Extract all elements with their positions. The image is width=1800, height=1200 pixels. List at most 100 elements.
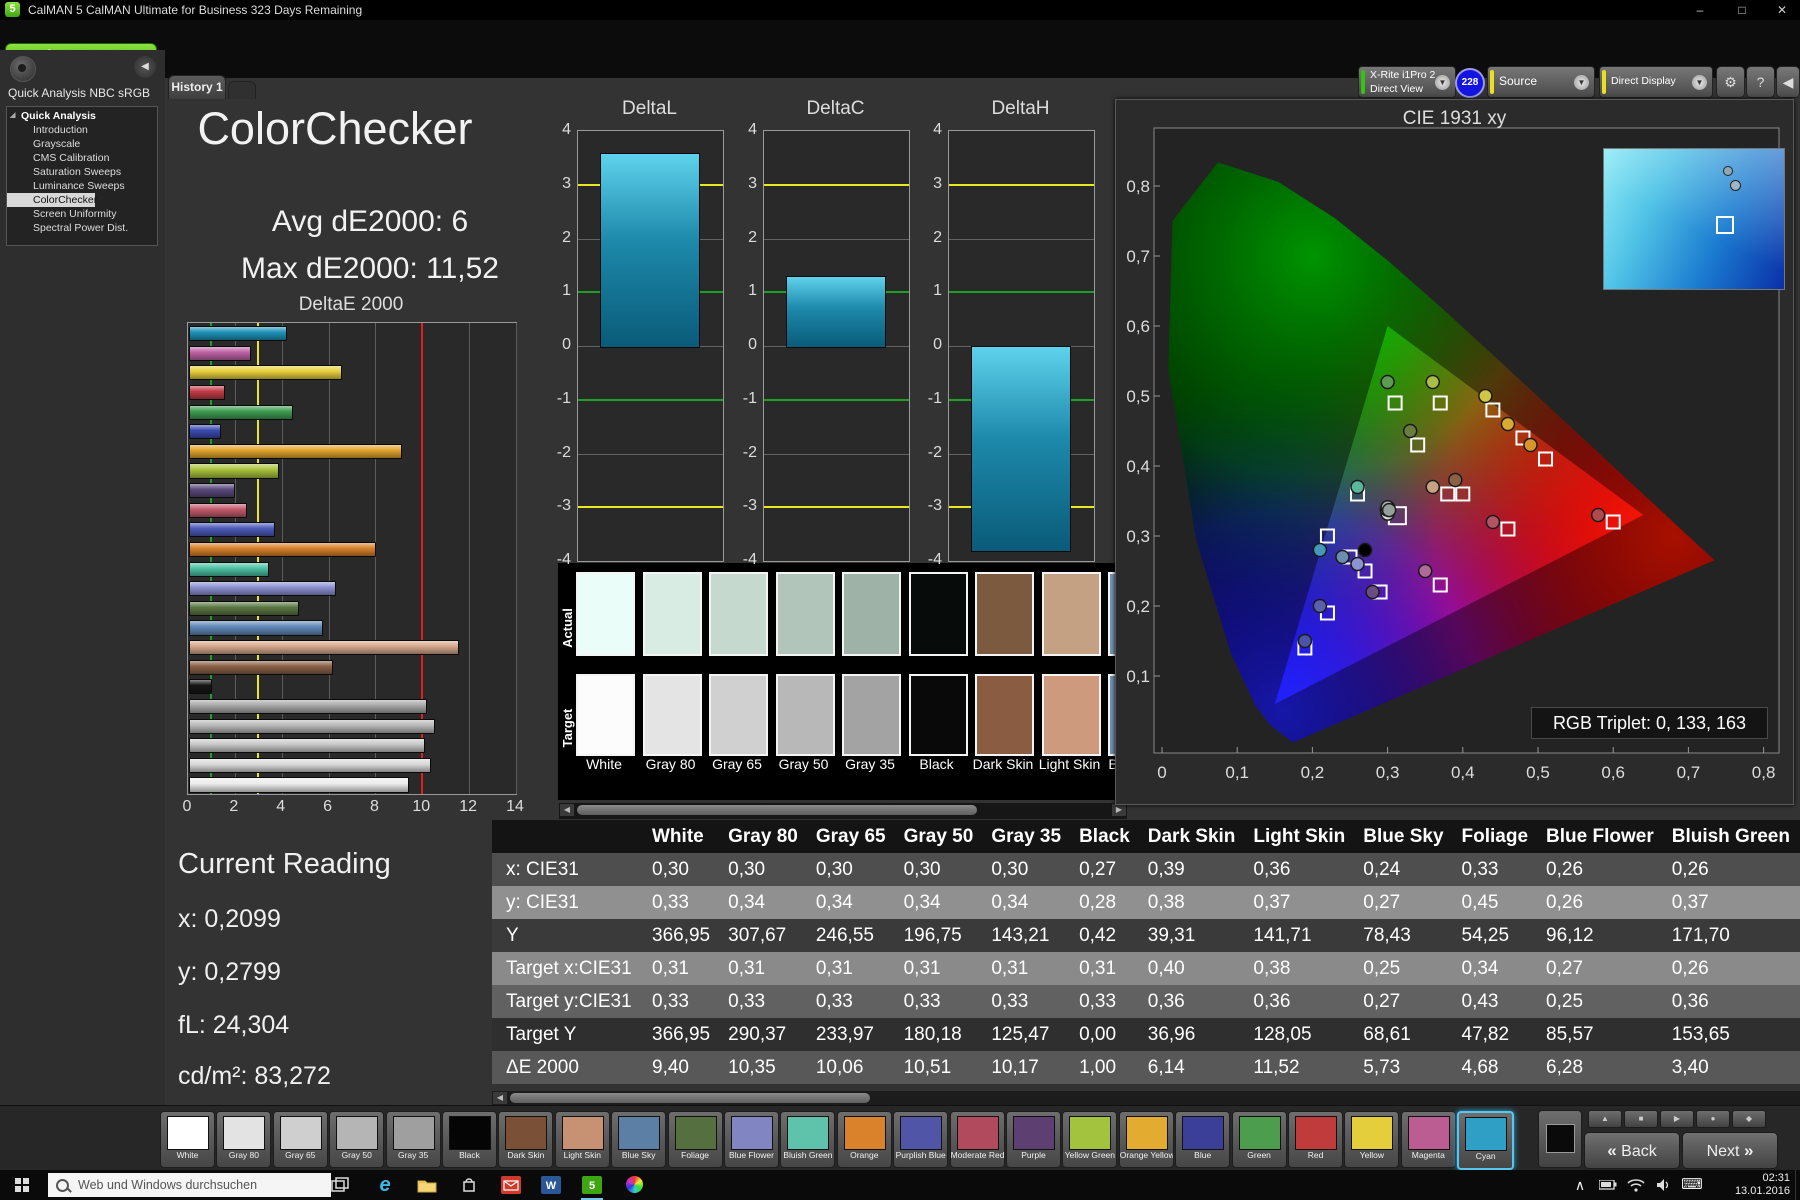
edge-browser-icon[interactable]: e bbox=[370, 1173, 400, 1197]
patch-button-orange[interactable]: Orange bbox=[836, 1111, 892, 1168]
actual-swatch-gray-50[interactable] bbox=[775, 572, 835, 656]
actual-swatch-black[interactable] bbox=[908, 572, 968, 656]
record-indicator-button[interactable] bbox=[10, 56, 36, 82]
patch-button-gray-35[interactable]: Gray 35 bbox=[385, 1111, 441, 1168]
settings-button[interactable]: ⚙ bbox=[1716, 66, 1745, 98]
show-desktop-strip[interactable] bbox=[1795, 1170, 1800, 1200]
sidebar-item-grayscale[interactable]: Grayscale bbox=[7, 137, 157, 151]
sidebar-item-cms-calibration[interactable]: CMS Calibration bbox=[7, 151, 157, 165]
patch-button-white[interactable]: White bbox=[160, 1111, 215, 1168]
patch-button-yellow[interactable]: Yellow bbox=[1344, 1111, 1400, 1168]
store-icon[interactable] bbox=[454, 1173, 484, 1197]
patch-button-blue-sky[interactable]: Blue Sky bbox=[611, 1111, 667, 1168]
patch-button-black[interactable]: Black bbox=[442, 1111, 497, 1168]
deltaL-y-tick-label: 1 bbox=[562, 282, 571, 300]
task-view-button[interactable] bbox=[325, 1173, 355, 1197]
calman-taskbar-icon[interactable]: 5 bbox=[577, 1173, 607, 1200]
target-swatch-light-skin[interactable] bbox=[1041, 674, 1101, 756]
patch-button-bluish-green[interactable]: Bluish Green bbox=[780, 1111, 836, 1168]
patch-button-magenta[interactable]: Magenta bbox=[1400, 1111, 1456, 1168]
patch-label: Blue Sky bbox=[621, 1150, 656, 1160]
sidebar-item-screen-uniformity[interactable]: Screen Uniformity bbox=[7, 207, 157, 221]
table-row-label: y: CIE31 bbox=[506, 891, 579, 913]
mail-app-icon[interactable] bbox=[496, 1173, 526, 1197]
sidebar-item-spectral-power-dist-[interactable]: Spectral Power Dist. bbox=[7, 221, 157, 235]
transport-record-button[interactable]: ● bbox=[1696, 1110, 1730, 1128]
cie-axis-tick-label: 0,5 bbox=[1126, 387, 1150, 406]
patch-button-blue-flower[interactable]: Blue Flower bbox=[724, 1111, 779, 1168]
target-swatch-gray-65[interactable] bbox=[709, 674, 768, 756]
actual-swatch-light-skin[interactable] bbox=[1041, 572, 1101, 656]
actual-swatch-gray-65[interactable] bbox=[709, 572, 768, 656]
scroll-left-icon[interactable]: ◀ bbox=[560, 804, 574, 816]
taskbar-search-input[interactable]: Web und Windows durchsuchen bbox=[48, 1173, 331, 1197]
source-dropdown[interactable]: Source ▼ bbox=[1487, 66, 1595, 98]
sidebar-collapse-button[interactable]: ◀ bbox=[134, 56, 156, 78]
sidebar-item-luminance-sweeps[interactable]: Luminance Sweeps bbox=[7, 179, 157, 193]
patch-button-gray-50[interactable]: Gray 50 bbox=[329, 1111, 385, 1168]
collapse-panel-button[interactable]: ◀ bbox=[1776, 66, 1800, 98]
tray-expand-icon[interactable]: ∧ bbox=[1565, 1173, 1595, 1197]
swatch-scrollbar[interactable]: ◀ ▶ bbox=[558, 802, 1128, 820]
transport-stop-button[interactable]: ■ bbox=[1624, 1110, 1658, 1128]
patch-button-foliage[interactable]: Foliage bbox=[667, 1111, 723, 1168]
patch-button-cyan[interactable]: Cyan bbox=[1457, 1111, 1515, 1170]
patch-button-light-skin[interactable]: Light Skin bbox=[554, 1111, 610, 1168]
table-scrollbar-thumb[interactable] bbox=[510, 1093, 870, 1103]
transport-play-button[interactable]: ▶ bbox=[1660, 1110, 1694, 1128]
patch-button-gray-65[interactable]: Gray 65 bbox=[272, 1111, 328, 1168]
actual-swatch-white[interactable] bbox=[576, 572, 635, 656]
display-control-dropdown[interactable]: Direct Display Control ▼ bbox=[1599, 66, 1713, 98]
patch-button-orange-yellow[interactable]: Orange Yellow bbox=[1118, 1111, 1174, 1168]
transport-options-button[interactable]: ◆ bbox=[1732, 1110, 1766, 1128]
color-app-icon[interactable] bbox=[619, 1173, 649, 1197]
swatch-scrollbar-thumb[interactable] bbox=[577, 805, 977, 815]
scroll-left-icon[interactable]: ◀ bbox=[493, 1092, 507, 1104]
patch-button-green[interactable]: Green bbox=[1231, 1111, 1287, 1168]
actual-swatch-dark-skin[interactable] bbox=[975, 572, 1034, 656]
next-button[interactable]: Next » bbox=[1682, 1132, 1778, 1169]
table-scrollbar[interactable]: ◀ bbox=[492, 1090, 1800, 1106]
meter-dropdown[interactable]: X-Rite i1Pro 2 Direct View ▼ bbox=[1358, 66, 1456, 98]
patch-button-purple[interactable]: Purple bbox=[1006, 1111, 1061, 1168]
patch-button-dark-skin[interactable]: Dark Skin bbox=[498, 1111, 554, 1168]
patch-preview-button[interactable] bbox=[1538, 1110, 1582, 1168]
file-explorer-icon[interactable] bbox=[412, 1173, 442, 1197]
sidebar-item-colorchecker[interactable]: ColorChecker bbox=[7, 193, 97, 207]
target-swatch-gray-50[interactable] bbox=[775, 674, 835, 756]
patch-button-red[interactable]: Red bbox=[1288, 1111, 1343, 1168]
patch-label: Bluish Green bbox=[783, 1150, 833, 1160]
target-swatch-black[interactable] bbox=[908, 674, 968, 756]
tab-new[interactable] bbox=[228, 81, 256, 99]
actual-swatch-gray-80[interactable] bbox=[642, 572, 702, 656]
target-swatch-gray-35[interactable] bbox=[842, 674, 901, 756]
sidebar-item-introduction[interactable]: Introduction bbox=[7, 123, 157, 137]
patch-button-purplish-blue[interactable]: Purplish Blue bbox=[893, 1111, 949, 1168]
transport-eject-button[interactable]: ▲ bbox=[1588, 1110, 1622, 1128]
table-cell: 3,40 bbox=[1671, 1056, 1709, 1078]
help-button[interactable]: ? bbox=[1746, 66, 1775, 98]
maximize-button[interactable]: □ bbox=[1722, 0, 1762, 20]
close-button[interactable]: ✕ bbox=[1762, 0, 1800, 20]
patch-button-gray-80[interactable]: Gray 80 bbox=[216, 1111, 272, 1168]
sidebar-item-saturation-sweeps[interactable]: Saturation Sweeps bbox=[7, 165, 157, 179]
start-button[interactable] bbox=[0, 1170, 46, 1200]
back-button[interactable]: « Back bbox=[1584, 1132, 1680, 1169]
deltaH-gridline bbox=[949, 238, 1094, 240]
target-swatch-gray-80[interactable] bbox=[642, 674, 702, 756]
tab-history-1[interactable]: History 1 bbox=[168, 75, 226, 99]
patch-button-blue[interactable]: Blue bbox=[1175, 1111, 1231, 1168]
deltae-bar-purplish-blue bbox=[189, 522, 275, 538]
avg-de2000: Avg dE2000: 6 bbox=[271, 205, 469, 238]
word-app-icon[interactable]: W bbox=[536, 1173, 566, 1197]
taskbar-clock[interactable]: 02:31 13.01.2016 bbox=[1728, 1172, 1790, 1198]
patch-button-yellow-green[interactable]: Yellow Green bbox=[1062, 1111, 1118, 1168]
patch-swatch bbox=[731, 1116, 773, 1150]
cie-measured-point bbox=[1485, 514, 1501, 530]
target-swatch-white[interactable] bbox=[576, 674, 635, 756]
minimize-button[interactable]: – bbox=[1680, 0, 1720, 20]
patch-button-moderate-red[interactable]: Moderate Red bbox=[949, 1111, 1005, 1168]
target-swatch-dark-skin[interactable] bbox=[975, 674, 1034, 756]
actual-swatch-gray-35[interactable] bbox=[842, 572, 901, 656]
tree-root-quick-analysis[interactable]: Quick Analysis bbox=[7, 107, 157, 123]
